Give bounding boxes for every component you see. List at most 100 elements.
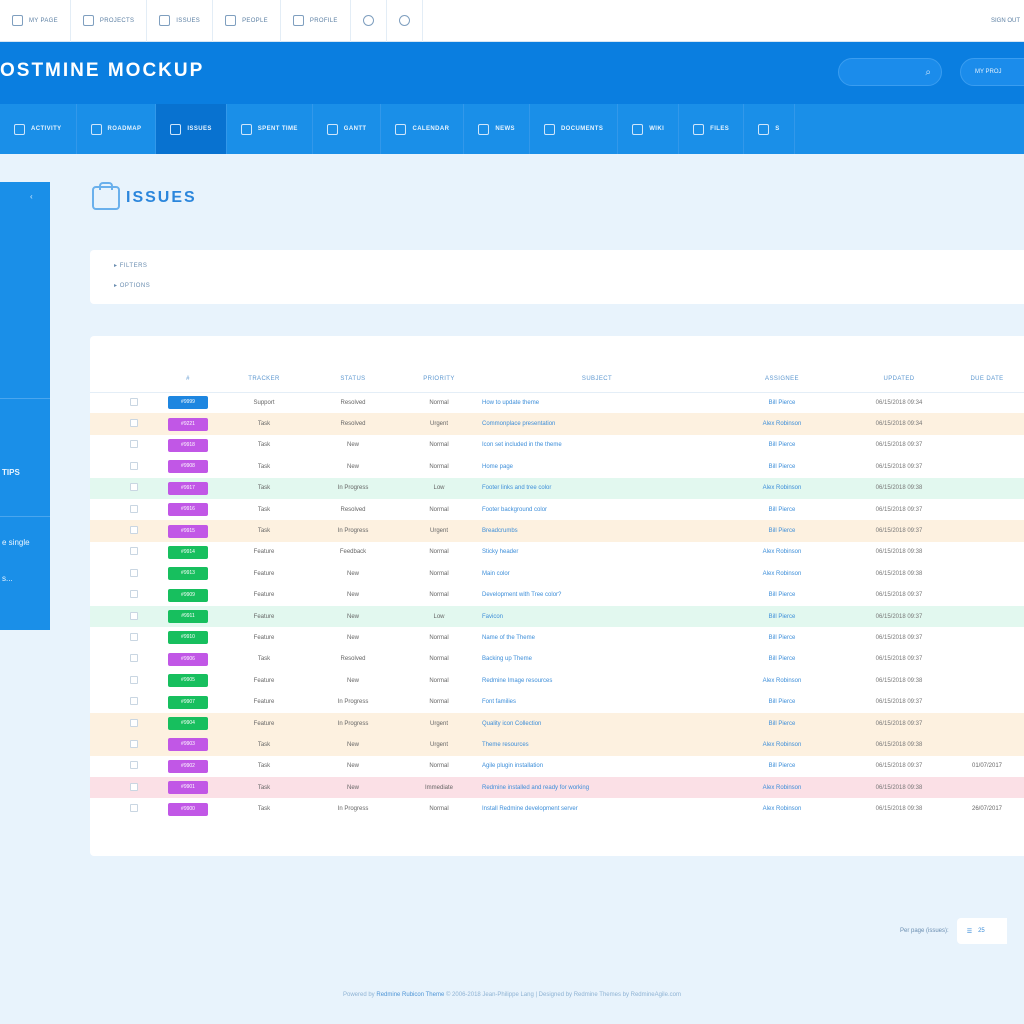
row-checkbox[interactable] bbox=[130, 804, 138, 813]
row-checkbox[interactable] bbox=[130, 419, 138, 428]
tab-calendar[interactable]: CALENDAR bbox=[381, 104, 465, 154]
issue-id-badge[interactable]: #9903 bbox=[168, 738, 208, 752]
table-row[interactable]: #9901 Task New Immediate Redmine installed a… bbox=[90, 777, 1024, 799]
issue-id-badge[interactable]: #9911 bbox=[168, 610, 208, 624]
subject-link[interactable]: How to update theme bbox=[478, 392, 716, 413]
assignee-link[interactable]: Bill Pierce bbox=[716, 627, 848, 648]
issue-id-badge[interactable]: #9901 bbox=[168, 781, 208, 795]
assignee-link[interactable]: Bill Pierce bbox=[716, 520, 848, 542]
row-checkbox[interactable] bbox=[130, 547, 138, 556]
issue-id-badge[interactable]: #9905 bbox=[168, 674, 208, 688]
subject-link[interactable]: Font families bbox=[478, 691, 716, 712]
row-checkbox[interactable] bbox=[130, 782, 138, 791]
tab-news[interactable]: NEWS bbox=[464, 104, 530, 154]
row-checkbox[interactable] bbox=[130, 397, 138, 406]
table-row[interactable]: #9908 Task New Normal Home page Bill Pierce 06… bbox=[90, 456, 1024, 477]
row-checkbox[interactable] bbox=[130, 654, 138, 663]
top-menu-item[interactable]: PROFILE bbox=[281, 0, 351, 42]
assignee-link[interactable]: Bill Pierce bbox=[716, 712, 848, 735]
table-row[interactable]: #9913 Feature New Normal Main color Alex Robi… bbox=[90, 563, 1024, 584]
assignee-link[interactable]: Bill Pierce bbox=[716, 585, 848, 606]
row-checkbox[interactable] bbox=[130, 526, 138, 535]
row-checkbox[interactable] bbox=[130, 461, 138, 470]
tab-wiki[interactable]: WIKI bbox=[618, 104, 680, 154]
table-row[interactable]: #9906 Task Resolved Normal Backing up Theme B… bbox=[90, 649, 1024, 670]
top-menu-item[interactable]: MY PAGE bbox=[0, 0, 71, 42]
issue-id-badge[interactable]: #9918 bbox=[168, 438, 208, 452]
sign-out-link[interactable]: SIGN OUT bbox=[991, 0, 1024, 42]
column-header[interactable]: PRIORITY bbox=[400, 366, 478, 393]
top-menu-item[interactable]: PROJECTS bbox=[71, 0, 148, 42]
subject-link[interactable]: Redmine Image resources bbox=[478, 670, 716, 691]
search-input[interactable]: ⌕ bbox=[838, 58, 942, 86]
subject-link[interactable]: Development with Tree color? bbox=[478, 585, 716, 606]
table-row[interactable]: #9914 Feature Feedback Normal Sticky header A… bbox=[90, 542, 1024, 563]
tab-roadmap[interactable]: ROADMAP bbox=[77, 104, 157, 154]
subject-link[interactable]: Install Redmine development server bbox=[478, 798, 716, 819]
issue-id-badge[interactable]: #9906 bbox=[168, 652, 208, 666]
top-menu-item[interactable]: ISSUES bbox=[147, 0, 214, 42]
row-checkbox[interactable] bbox=[130, 568, 138, 577]
tab-issues[interactable]: ISSUES bbox=[156, 104, 227, 154]
table-row[interactable]: #9999 Support Resolved Normal How to update … bbox=[90, 392, 1024, 413]
top-menu-item[interactable] bbox=[387, 0, 423, 42]
assignee-link[interactable]: Bill Pierce bbox=[716, 456, 848, 477]
column-header[interactable]: ASSIGNEE bbox=[716, 366, 848, 393]
table-row[interactable]: #9904 Feature In Progress Urgent Quality ico… bbox=[90, 712, 1024, 735]
column-header[interactable]: SUBJECT bbox=[478, 366, 716, 393]
footer-link[interactable]: Redmine Rubicon Theme bbox=[376, 992, 444, 998]
subject-link[interactable]: Agile plugin installation bbox=[478, 756, 716, 777]
subject-link[interactable]: Theme resources bbox=[478, 734, 716, 756]
subject-link[interactable]: Quality icon Collection bbox=[478, 712, 716, 735]
column-header[interactable]: TRACKER bbox=[222, 366, 306, 393]
tab-activity[interactable]: ACTIVITY bbox=[0, 104, 77, 154]
subject-link[interactable]: Name of the Theme bbox=[478, 627, 716, 648]
issue-id-badge[interactable]: #9221 bbox=[168, 417, 208, 431]
options-toggle[interactable]: ▸ OPTIONS bbox=[114, 282, 150, 289]
subject-link[interactable]: Main color bbox=[478, 563, 716, 584]
table-row[interactable]: #9911 Feature New Low Favicon Bill Pierce 06/1… bbox=[90, 605, 1024, 628]
table-row[interactable]: #9907 Feature In Progress Normal Font famili… bbox=[90, 691, 1024, 712]
project-jump-button[interactable]: MY PROJ bbox=[960, 58, 1024, 86]
assignee-link[interactable]: Bill Pierce bbox=[716, 435, 848, 456]
subject-link[interactable]: Redmine installed and ready for working bbox=[478, 777, 716, 799]
row-checkbox[interactable] bbox=[130, 504, 138, 513]
assignee-link[interactable]: Bill Pierce bbox=[716, 649, 848, 670]
subject-link[interactable]: Footer links and tree color bbox=[478, 477, 716, 499]
table-row[interactable]: #9909 Feature New Normal Development with Tr… bbox=[90, 585, 1024, 606]
subject-link[interactable]: Backing up Theme bbox=[478, 649, 716, 670]
issue-id-badge[interactable]: #9902 bbox=[168, 759, 208, 773]
subject-link[interactable]: Home page bbox=[478, 456, 716, 477]
subject-link[interactable]: Commonplace presentation bbox=[478, 413, 716, 435]
table-row[interactable]: #9915 Task In Progress Urgent Breadcrumbs Bil… bbox=[90, 520, 1024, 542]
tab-s[interactable]: S bbox=[744, 104, 795, 154]
issue-id-badge[interactable]: #9999 bbox=[168, 396, 208, 410]
table-row[interactable]: #9905 Feature New Normal Redmine Image resou… bbox=[90, 670, 1024, 691]
assignee-link[interactable]: Bill Pierce bbox=[716, 756, 848, 777]
assignee-link[interactable]: Bill Pierce bbox=[716, 605, 848, 628]
subject-link[interactable]: Icon set included in the theme bbox=[478, 435, 716, 456]
top-menu-item[interactable] bbox=[351, 0, 387, 42]
table-row[interactable]: #9918 Task New Normal Icon set included in t… bbox=[90, 435, 1024, 456]
issue-id-badge[interactable]: #9904 bbox=[168, 717, 208, 731]
row-checkbox[interactable] bbox=[130, 590, 138, 599]
column-header[interactable]: DUE DATE bbox=[950, 366, 1024, 393]
row-checkbox[interactable] bbox=[130, 611, 138, 620]
issue-id-badge[interactable]: #9914 bbox=[168, 545, 208, 559]
row-checkbox[interactable] bbox=[130, 632, 138, 641]
issue-id-badge[interactable]: #9915 bbox=[168, 524, 208, 538]
assignee-link[interactable]: Bill Pierce bbox=[716, 499, 848, 520]
row-checkbox[interactable] bbox=[130, 718, 138, 727]
column-header[interactable]: UPDATED bbox=[848, 366, 950, 393]
column-header[interactable]: STATUS bbox=[306, 366, 400, 393]
row-checkbox[interactable] bbox=[130, 739, 138, 748]
row-checkbox[interactable] bbox=[130, 440, 138, 449]
issue-id-badge[interactable]: #9907 bbox=[168, 695, 208, 709]
site-title[interactable]: OSTMINE MOCKUP bbox=[0, 60, 204, 82]
table-row[interactable]: #9221 Task Resolved Urgent Commonplace prese… bbox=[90, 413, 1024, 435]
subject-link[interactable]: Breadcrumbs bbox=[478, 520, 716, 542]
table-row[interactable]: #9917 Task In Progress Low Footer links and … bbox=[90, 477, 1024, 499]
subject-link[interactable]: Sticky header bbox=[478, 542, 716, 563]
assignee-link[interactable]: Alex Robinson bbox=[716, 777, 848, 799]
subject-link[interactable]: Footer background color bbox=[478, 499, 716, 520]
